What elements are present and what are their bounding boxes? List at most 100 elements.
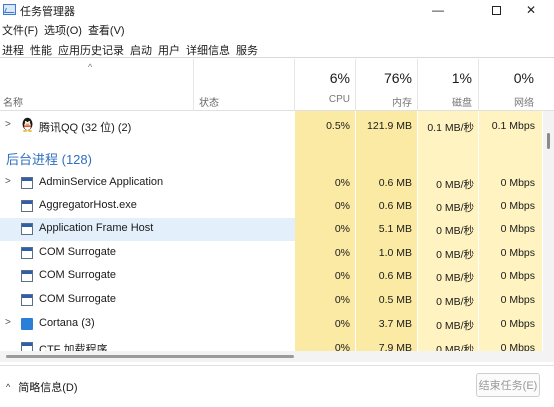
tab-processes[interactable]: 进程 [0,41,28,57]
process-name: AggregatorHost.exe [39,199,137,211]
table-row-selected[interactable]: Application Frame Host [0,218,295,241]
network-value: 0 Mbps [500,247,535,259]
process-name: COM Surrogate [39,293,117,305]
menu-bar: 文件(F) 选项(O) 查看(V) [0,22,129,38]
table-row[interactable]: COM Surrogate 0% 0.6 MB 0 MB/秒 0 Mbps [0,265,542,288]
group-header-background[interactable]: 后台进程 (128) [0,145,542,172]
cpu-value: 0% [334,177,350,189]
menu-file[interactable]: 文件(F) [0,22,42,38]
table-row[interactable]: COM Surrogate 0% 0.5 MB 0 MB/秒 0 Mbps [0,289,542,312]
process-name: 腾讯QQ (32 位) (2) [39,122,132,134]
network-value: 0 Mbps [500,342,535,351]
table-row-metrics[interactable]: 0% 5.1 MB 0 MB/秒 0 Mbps [295,218,542,241]
window-title: 任务管理器 [20,6,75,18]
window-icon [21,270,33,282]
network-value: 0.1 Mbps [491,120,535,132]
memory-value: 121.9 MB [367,120,412,132]
disk-value: 0 MB/秒 [436,344,474,351]
group-header: 后台进程 (128) [6,152,92,167]
disk-value: 0 MB/秒 [436,320,474,332]
memory-value: 1.0 MB [378,247,412,259]
window-icon [21,247,33,259]
process-name: COM Surrogate [39,246,117,258]
window-icon [21,177,33,189]
table-row[interactable]: AggregatorHost.exe 0% 0.6 MB 0 MB/秒 0 Mb… [0,195,542,218]
table-row[interactable]: > Cortana (3) 0% 3.7 MB 0 MB/秒 0 Mbps [0,313,542,336]
tab-app-history[interactable]: 应用历史记录 [56,41,128,57]
column-header: ^ 名称 状态 6% CPU 76% 内存 1% 磁盘 0% 网络 [0,59,554,111]
disk-value: 0 MB/秒 [436,225,474,237]
cpu-percent[interactable]: 6% [300,70,350,86]
tab-startup[interactable]: 启动 [128,41,156,57]
minimize-icon: — [432,3,444,17]
column-cpu[interactable]: CPU [300,94,350,105]
tab-users[interactable]: 用户 [156,41,184,57]
fewer-details-button[interactable]: ^ 简略信息(D) [6,379,78,395]
cpu-value: 0% [334,318,350,330]
horizontal-scrollbar[interactable] [0,351,554,362]
column-name[interactable]: 名称 [3,94,23,109]
scrollbar-thumb[interactable] [6,355,294,358]
window-icon [21,294,33,306]
task-manager-icon [3,4,16,15]
disk-percent[interactable]: 1% [420,70,472,86]
minimize-button[interactable]: — [415,0,461,20]
column-memory[interactable]: 内存 [360,94,412,109]
memory-value: 7.9 MB [378,342,412,351]
qq-penguin-icon [22,117,33,132]
tab-performance[interactable]: 性能 [28,41,56,57]
maximize-icon [491,5,501,15]
table-row-qq[interactable]: > 腾讯QQ (32 位) (2) 0.5% 121.9 MB 0.1 MB/秒… [0,115,542,138]
process-name: COM Surrogate [39,269,117,281]
memory-percent[interactable]: 76% [360,70,412,86]
table-row[interactable]: COM Surrogate 0% 1.0 MB 0 MB/秒 0 Mbps [0,242,542,265]
memory-value: 0.6 MB [378,177,412,189]
disk-value: 0.1 MB/秒 [427,122,474,134]
process-table: > 腾讯QQ (32 位) (2) 0.5% 121.9 MB 0.1 MB/秒… [0,111,542,351]
column-divider[interactable] [193,59,194,111]
vertical-scrollbar[interactable] [543,111,554,351]
close-button[interactable]: ✕ [508,0,554,20]
expand-chevron-icon[interactable]: > [5,119,11,130]
expand-chevron-icon[interactable]: > [5,176,11,187]
fewer-details-label: 简略信息(D) [18,382,78,394]
window-icon [21,200,33,212]
tab-bar: 进程 性能 应用历史记录 启动 用户 详细信息 服务 [0,41,554,58]
table-row[interactable]: > AdminService Application 0% 0.6 MB 0 M… [0,172,542,195]
network-value: 0 Mbps [500,318,535,330]
tab-details[interactable]: 详细信息 [184,41,234,57]
column-divider[interactable] [294,59,295,111]
column-disk[interactable]: 磁盘 [420,94,472,109]
expand-chevron-icon[interactable]: > [5,317,11,328]
menu-view[interactable]: 查看(V) [86,22,129,38]
cpu-value: 0% [334,247,350,259]
table-row[interactable]: CTF 加载程序 0% 7.9 MB 0 MB/秒 0 Mbps [0,337,542,351]
footer: ^ 简略信息(D) 结束任务(E) [0,365,554,407]
scrollbar-thumb[interactable] [547,133,550,149]
process-name: CTF 加载程序 [39,344,108,351]
network-value: 0 Mbps [500,270,535,282]
process-name: AdminService Application [39,176,164,188]
column-network[interactable]: 网络 [480,94,534,109]
chevron-up-icon: ^ [6,382,11,392]
memory-value: 5.1 MB [378,223,412,235]
cortana-icon [21,318,33,330]
network-percent[interactable]: 0% [480,70,534,86]
memory-value: 0.5 MB [378,294,412,306]
column-divider[interactable] [478,59,479,111]
network-value: 0 Mbps [500,223,535,235]
cpu-value: 0% [334,270,350,282]
column-status[interactable]: 状态 [199,94,219,109]
network-value: 0 Mbps [500,294,535,306]
sort-arrow-icon[interactable]: ^ [88,62,92,72]
cpu-value: 0% [334,200,350,212]
column-divider[interactable] [417,59,418,111]
tab-services[interactable]: 服务 [234,41,262,57]
disk-value: 0 MB/秒 [436,272,474,284]
disk-value: 0 MB/秒 [436,179,474,191]
end-task-button[interactable]: 结束任务(E) [476,373,540,397]
column-divider[interactable] [355,59,356,111]
disk-value: 0 MB/秒 [436,296,474,308]
cpu-value: 0% [334,342,350,351]
menu-options[interactable]: 选项(O) [42,22,86,38]
